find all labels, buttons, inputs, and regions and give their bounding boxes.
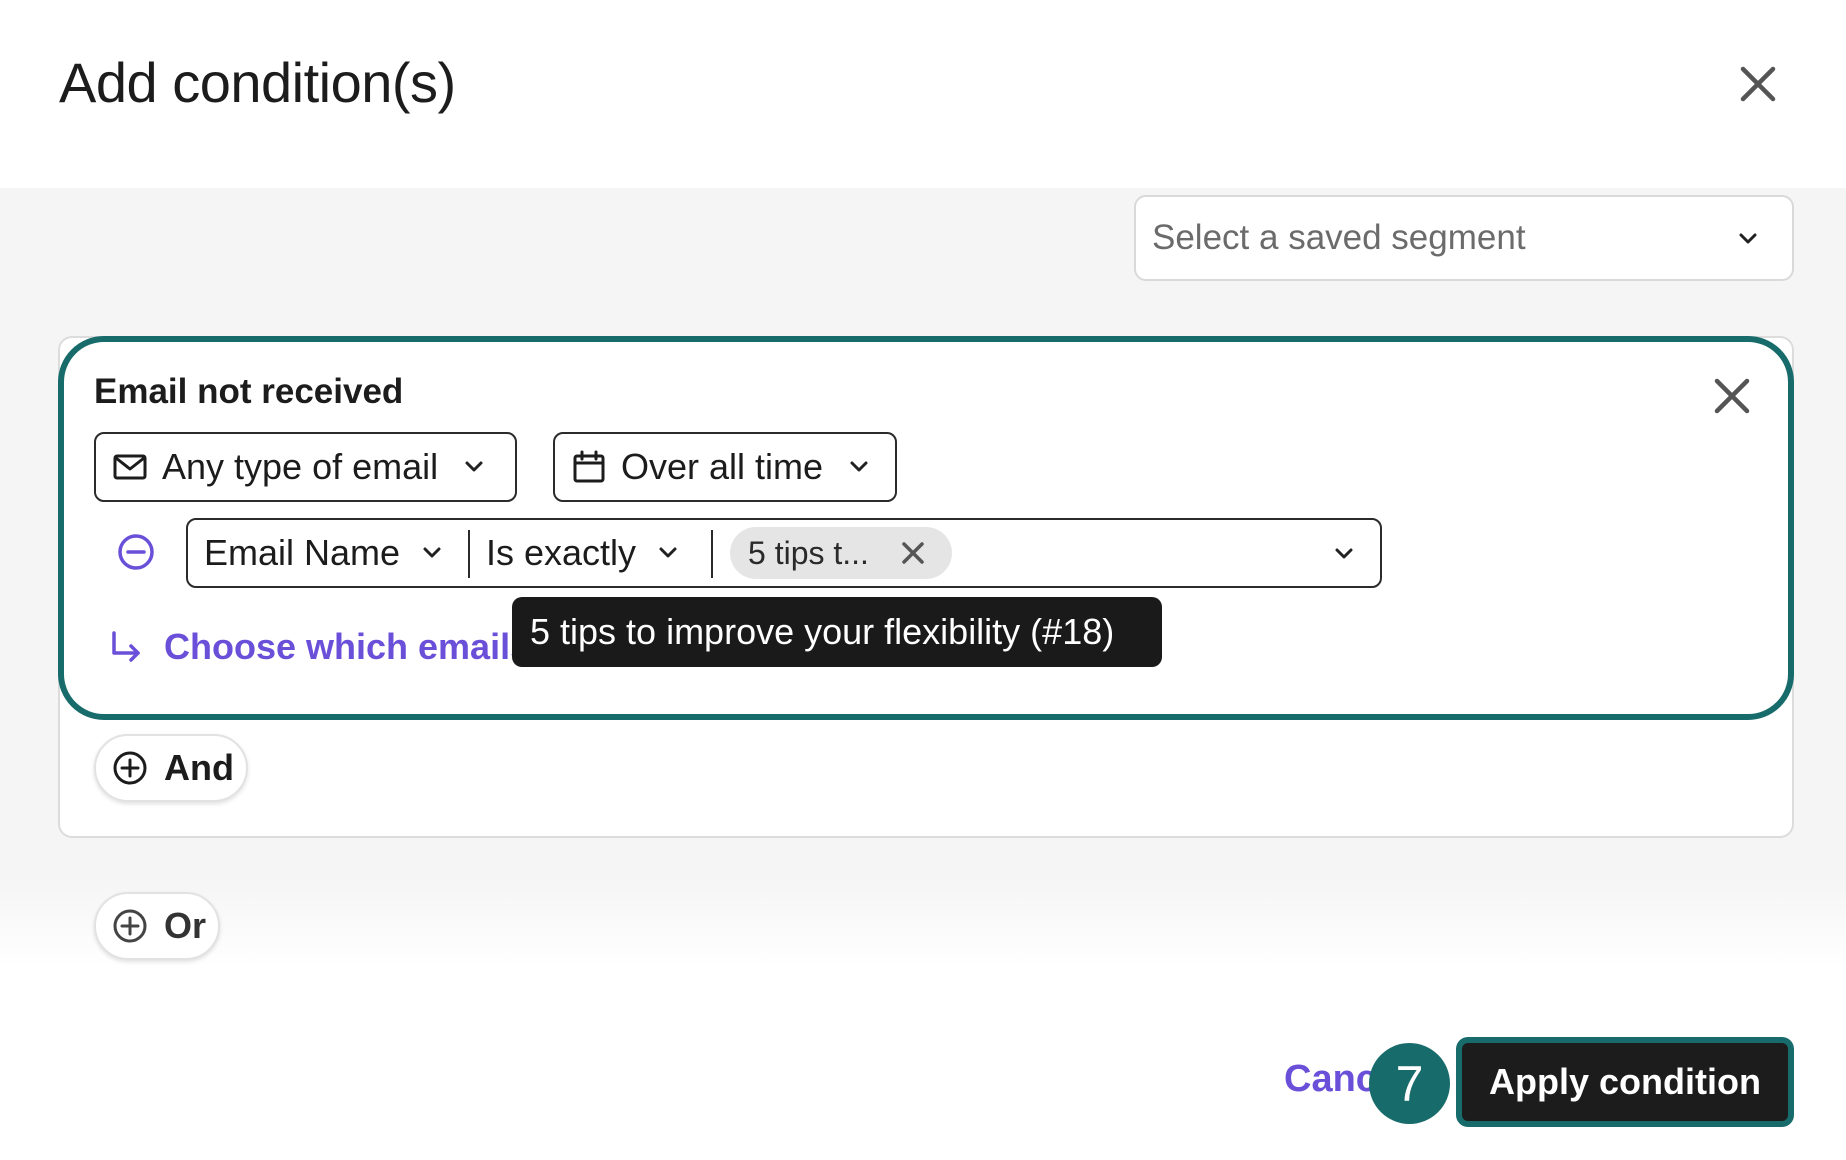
and-button[interactable]: And <box>94 734 248 802</box>
choose-which-emails-link[interactable]: Choose which emails <box>108 626 530 668</box>
saved-segment-select[interactable]: Select a saved segment <box>1134 195 1794 281</box>
calendar-icon <box>573 450 605 483</box>
divider <box>468 530 470 578</box>
divider <box>711 530 713 578</box>
email-type-label: Any type of email <box>162 446 439 487</box>
remove-condition-close-icon[interactable] <box>1712 376 1752 416</box>
email-type-dropdown[interactable]: Any type of email <box>94 432 517 502</box>
return-arrow-icon <box>112 631 140 662</box>
chip-remove-icon[interactable] <box>900 540 926 566</box>
operator-dropdown[interactable]: Is exactly <box>486 520 682 586</box>
field-dropdown[interactable]: Email Name <box>204 520 446 586</box>
time-range-dropdown[interactable]: Over all time <box>553 432 897 502</box>
chevron-down-icon <box>423 547 441 558</box>
chevron-down-icon <box>850 461 868 472</box>
dialog-header: Add condition(s) <box>0 0 1846 188</box>
and-label: And <box>164 747 234 788</box>
value-chip-label: 5 tips t... <box>748 534 869 571</box>
minus-circle-icon[interactable] <box>116 532 156 572</box>
cancel-button[interactable]: Canc <box>1284 1058 1377 1101</box>
saved-segment-placeholder: Select a saved segment <box>1152 218 1526 257</box>
time-range-label: Over all time <box>621 446 824 487</box>
chevron-down-icon <box>1739 233 1757 244</box>
operator-label: Is exactly <box>486 532 637 573</box>
apply-condition-button[interactable]: Apply condition <box>1456 1037 1794 1127</box>
chevron-down-icon[interactable] <box>1330 540 1358 568</box>
plus-circle-icon <box>113 751 147 785</box>
or-button[interactable]: Or <box>94 892 220 960</box>
condition-title: Email not received <box>94 372 404 411</box>
plus-circle-icon <box>113 909 147 943</box>
email-name-filter: Email Name Is exactly 5 tips t... <box>186 518 1382 588</box>
chip-tooltip: 5 tips to improve your flexibility (#18) <box>512 597 1162 667</box>
step-number-badge: 7 <box>1369 1043 1450 1124</box>
chevron-down-icon <box>465 461 483 472</box>
field-label: Email Name <box>204 532 401 573</box>
dialog-title: Add condition(s) <box>59 51 456 114</box>
choose-which-emails-label: Choose which emails <box>164 626 531 667</box>
or-label: Or <box>164 905 207 946</box>
apply-condition-label: Apply condition <box>1462 1043 1788 1121</box>
value-chip[interactable]: 5 tips t... <box>730 527 952 579</box>
close-icon[interactable] <box>1738 64 1778 104</box>
envelope-icon <box>113 454 147 480</box>
add-condition-dialog: Add condition(s) Select a saved segment … <box>0 0 1846 1160</box>
chevron-down-icon <box>659 547 677 558</box>
